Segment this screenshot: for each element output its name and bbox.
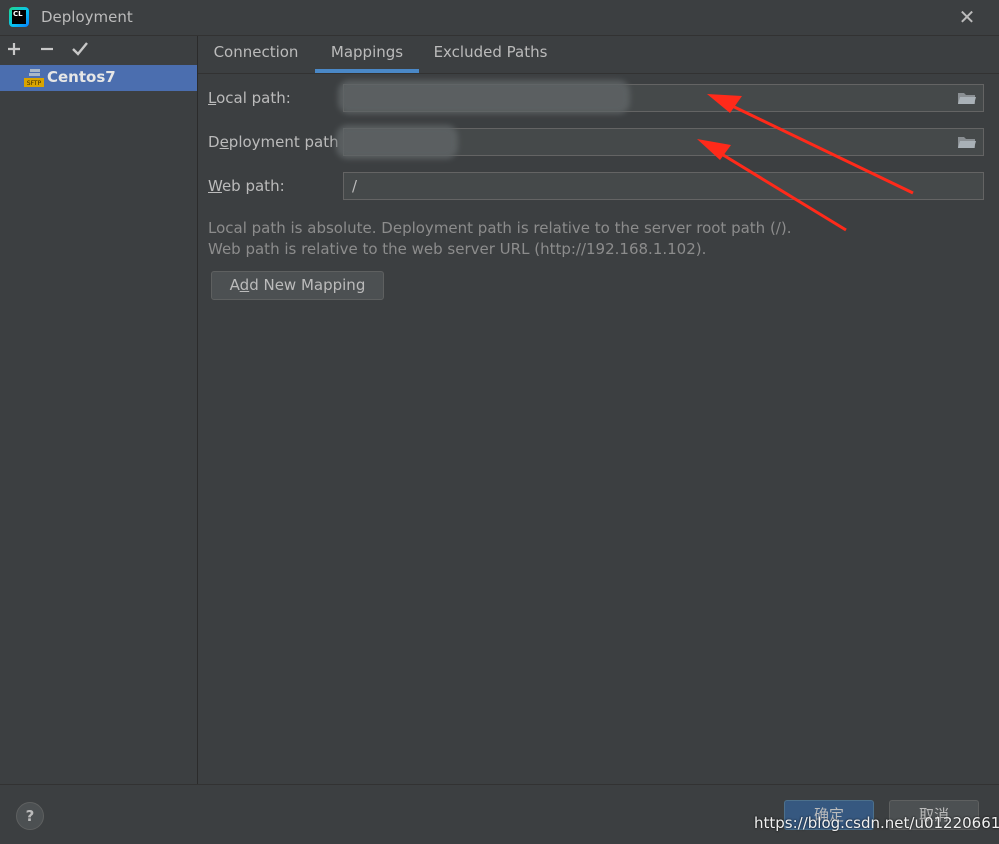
tab-bar: Connection Mappings Excluded Paths <box>198 36 999 74</box>
server-label: Centos7 <box>47 68 116 86</box>
server-toolbar <box>0 36 197 64</box>
folder-icon[interactable] <box>957 134 977 150</box>
clion-logo-icon: CL <box>9 7 29 27</box>
redacted-deployment-path <box>336 125 458 159</box>
svg-text:SFTP: SFTP <box>27 80 42 87</box>
web-path-input[interactable]: / <box>343 172 984 200</box>
folder-icon[interactable] <box>957 90 977 106</box>
web-path-label: Web path: <box>208 177 285 195</box>
redacted-local-path <box>338 80 630 114</box>
check-icon[interactable] <box>69 38 91 60</box>
server-list-panel: SFTP Centos7 <box>0 36 198 784</box>
window-title: Deployment <box>41 8 133 26</box>
tab-mappings[interactable]: Mappings <box>315 36 419 73</box>
plus-icon[interactable] <box>3 38 25 60</box>
watermark: https://blog.csdn.net/u012206617 <box>754 814 999 832</box>
add-new-mapping-button[interactable]: Add New Mapping <box>211 271 384 300</box>
minus-icon[interactable] <box>36 38 58 60</box>
close-icon[interactable]: ✕ <box>955 6 979 28</box>
deployment-path-label: Deployment path <box>208 133 339 151</box>
local-path-label: Local path: <box>208 89 291 107</box>
tab-connection[interactable]: Connection <box>204 36 308 73</box>
help-button[interactable]: ? <box>16 802 44 830</box>
server-item-centos7[interactable]: SFTP Centos7 <box>0 65 197 91</box>
hint-text-web: Web path is relative to the web server U… <box>208 240 707 258</box>
hint-text-local: Local path is absolute. Deployment path … <box>208 219 792 237</box>
tab-excluded-paths[interactable]: Excluded Paths <box>428 36 553 73</box>
sftp-icon: SFTP <box>24 69 44 87</box>
title-bar: CL Deployment ✕ <box>0 0 999 36</box>
